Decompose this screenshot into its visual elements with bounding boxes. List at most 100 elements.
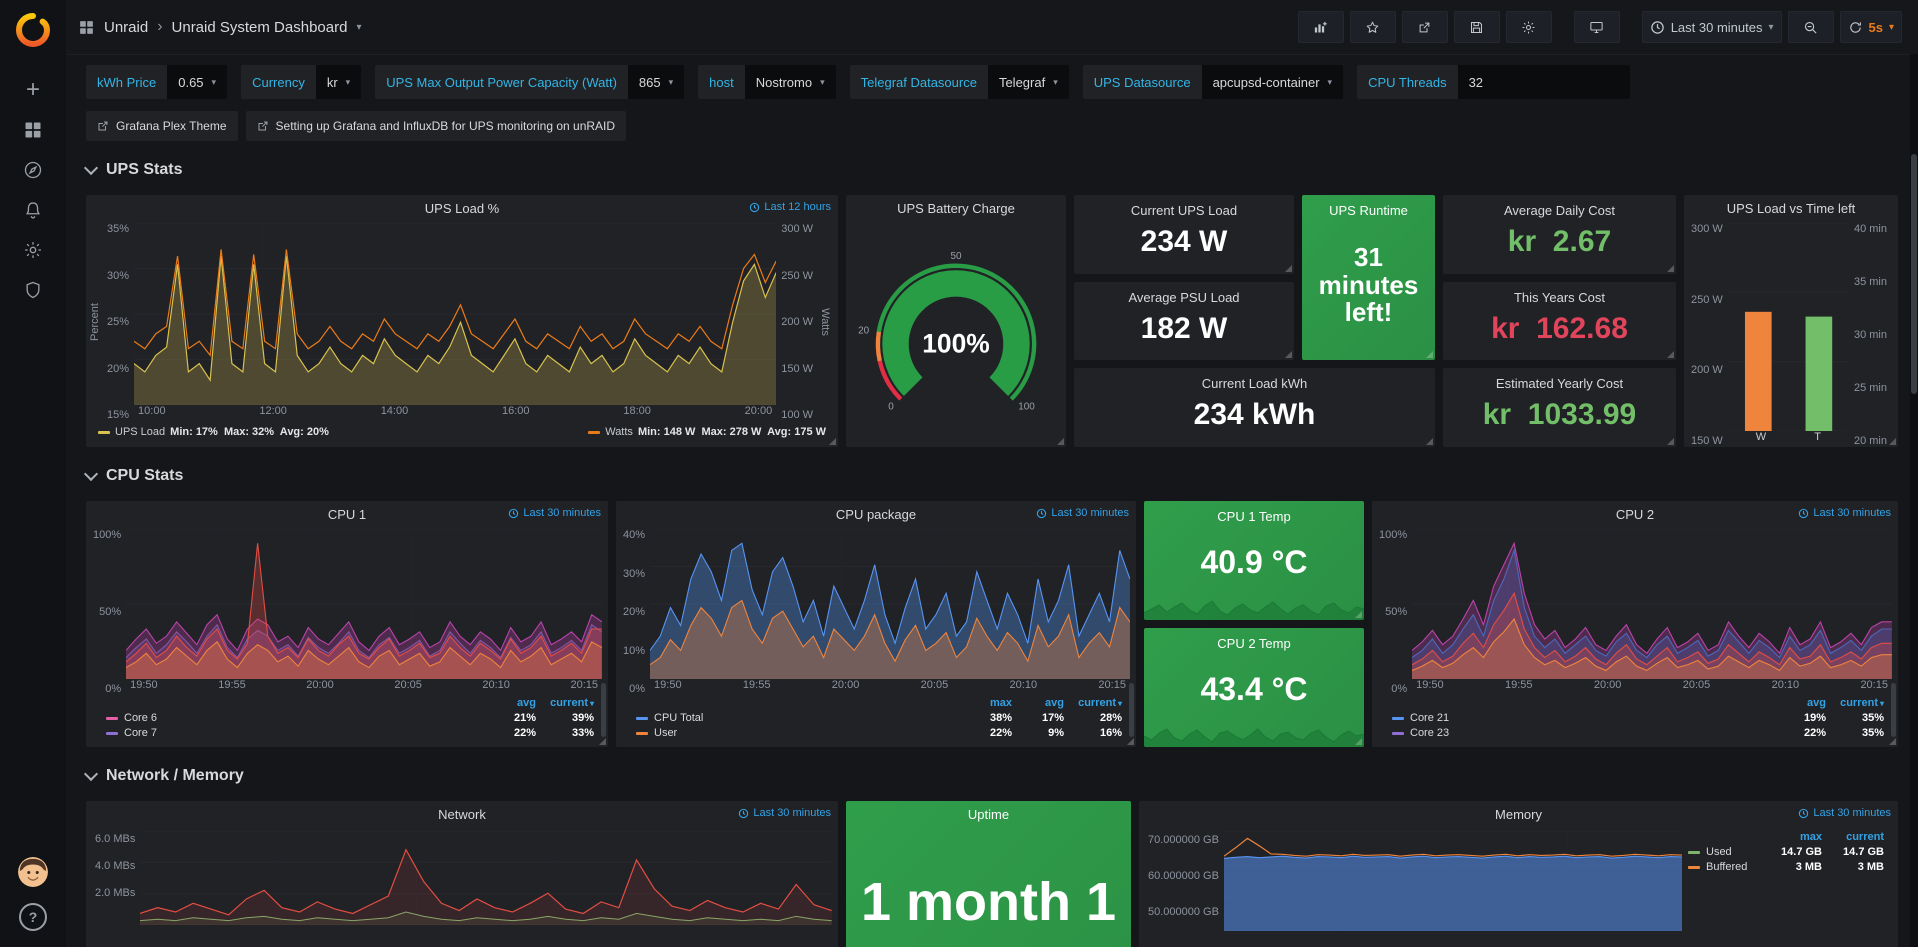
refresh-button[interactable]: 5s ▾ xyxy=(1840,11,1903,43)
panel-title[interactable]: UPS Load vs Time left xyxy=(1727,201,1856,216)
stat-title[interactable]: Current UPS Load xyxy=(1074,203,1294,218)
zoom-out-time-button[interactable] xyxy=(1788,11,1834,43)
variable-value-dropdown[interactable]: Nostromo▾ xyxy=(745,65,836,99)
legend-value: 33% xyxy=(536,727,594,739)
grafana-logo[interactable] xyxy=(13,10,53,50)
panel-title[interactable]: Uptime xyxy=(968,807,1009,822)
series-color-swatch xyxy=(98,431,110,434)
dashboard-settings-button[interactable] xyxy=(1506,11,1552,43)
legend-value: 16% xyxy=(1064,727,1122,739)
panel-title[interactable]: CPU 2 xyxy=(1616,507,1654,522)
share-dashboard-button[interactable] xyxy=(1402,11,1448,43)
legend-series-ups-load[interactable]: UPS Load Min: 17% Max: 32% Avg: 20% xyxy=(98,426,329,438)
network-chart[interactable] xyxy=(140,831,832,925)
cpu-threads-input[interactable] xyxy=(1458,65,1630,99)
stat-value: kr 162.68 xyxy=(1443,305,1676,361)
time-override-badge: Last 30 minutes xyxy=(1036,507,1129,519)
legend-header-current[interactable]: current▾ xyxy=(536,697,594,709)
panel-ups-load: UPS Load % Last 12 hours Percent 35%30%2… xyxy=(86,195,838,447)
panel-uptime: Uptime 1 month 1 xyxy=(846,801,1131,947)
sidebar-dashboards-button[interactable] xyxy=(12,110,54,150)
legend-series-cpu-total[interactable]: CPU Total xyxy=(636,712,960,724)
legend-header-max[interactable]: max xyxy=(1760,831,1822,843)
legend-scrollbar[interactable] xyxy=(1891,683,1896,737)
variable-value-dropdown[interactable]: 0.65▾ xyxy=(167,65,227,99)
cpu2-chart[interactable] xyxy=(1412,529,1892,679)
caret-down-icon: ▾ xyxy=(1053,77,1058,88)
legend-value: 22% xyxy=(1774,727,1826,739)
section-cpu-stats[interactable]: CPU Stats xyxy=(86,459,1898,493)
panel-title[interactable]: UPS Battery Charge xyxy=(897,201,1015,216)
legend-series-core21[interactable]: Core 21 xyxy=(1392,712,1774,724)
legend-header-avg[interactable]: avg xyxy=(1012,697,1064,709)
legend-series-core7[interactable]: Core 7 xyxy=(106,727,484,739)
sidebar-server-admin-button[interactable] xyxy=(12,270,54,310)
sidebar-menu: + xyxy=(12,70,54,310)
legend-header-max[interactable]: max xyxy=(960,697,1012,709)
stat-title[interactable]: Average Daily Cost xyxy=(1443,203,1676,218)
variable-value-dropdown[interactable]: apcupsd-container▾ xyxy=(1202,65,1344,99)
stat-value: 234 W xyxy=(1074,218,1294,274)
panel-title[interactable]: Network xyxy=(438,807,486,822)
legend-header-current[interactable]: current xyxy=(1822,831,1884,843)
link-grafana-plex-theme[interactable]: Grafana Plex Theme xyxy=(86,111,238,141)
save-dashboard-button[interactable] xyxy=(1454,11,1500,43)
stat-title[interactable]: Average PSU Load xyxy=(1074,290,1294,305)
legend-series-user[interactable]: User xyxy=(636,727,960,739)
legend-header-current[interactable]: current▾ xyxy=(1064,697,1122,709)
legend-series-core6[interactable]: Core 6 xyxy=(106,712,484,724)
stat-title[interactable]: Estimated Yearly Cost xyxy=(1443,376,1676,391)
sidebar-configuration-button[interactable] xyxy=(12,230,54,270)
stat-title[interactable]: UPS Runtime xyxy=(1302,203,1435,218)
variable-value-dropdown[interactable]: kr▾ xyxy=(316,65,361,99)
legend-series-core23[interactable]: Core 23 xyxy=(1392,727,1774,739)
legend-header-current[interactable]: current▾ xyxy=(1826,697,1884,709)
memory-chart[interactable] xyxy=(1224,831,1682,931)
ups-vs-time-bar-chart[interactable] xyxy=(1728,223,1849,431)
legend-series-buffered[interactable]: Buffered xyxy=(1688,861,1760,873)
legend-scrollbar[interactable] xyxy=(1129,683,1134,737)
link-ups-monitoring-guide[interactable]: Setting up Grafana and InfluxDB for UPS … xyxy=(246,111,627,141)
legend-scrollbar[interactable] xyxy=(601,683,606,737)
collapse-chevron-icon xyxy=(84,467,98,481)
section-network-memory[interactable]: Network / Memory xyxy=(86,759,1898,793)
help-button[interactable]: ? xyxy=(19,903,47,931)
panel-title[interactable]: CPU 1 xyxy=(328,507,366,522)
stat-title[interactable]: CPU 1 Temp xyxy=(1144,509,1364,524)
legend-series-watts[interactable]: Watts Min: 148 W Max: 278 W Avg: 175 W xyxy=(588,426,826,438)
legend-header-avg[interactable]: avg xyxy=(1774,697,1826,709)
sidebar-create-button[interactable]: + xyxy=(12,70,54,110)
breadcrumb-folder[interactable]: Unraid xyxy=(104,19,148,36)
ups-load-chart[interactable] xyxy=(134,223,776,405)
scrollbar-thumb[interactable] xyxy=(1911,154,1917,394)
breadcrumb-separator: › xyxy=(157,18,162,36)
sidebar-explore-button[interactable] xyxy=(12,150,54,190)
series-color-swatch xyxy=(1688,866,1700,869)
star-dashboard-button[interactable] xyxy=(1350,11,1396,43)
cpu1-chart[interactable] xyxy=(126,529,602,679)
legend-value: 3 MB xyxy=(1760,861,1822,873)
cpu-package-chart[interactable] xyxy=(650,529,1130,679)
legend-header-avg[interactable]: avg xyxy=(484,697,536,709)
panel-title[interactable]: CPU package xyxy=(836,507,916,522)
stat-title[interactable]: Current Load kWh xyxy=(1074,376,1435,391)
legend-value: 19% xyxy=(1774,712,1826,724)
add-panel-button[interactable] xyxy=(1298,11,1344,43)
stat-title[interactable]: CPU 2 Temp xyxy=(1144,636,1364,651)
network-memory-row: Network Last 30 minutes 6.0 MBs4.0 MBs2.… xyxy=(86,801,1898,947)
section-ups-stats[interactable]: UPS Stats xyxy=(86,153,1898,187)
panel-title[interactable]: UPS Load % xyxy=(425,201,499,216)
time-range-picker[interactable]: Last 30 minutes ▾ xyxy=(1642,11,1782,43)
stat-title[interactable]: This Years Cost xyxy=(1443,290,1676,305)
breadcrumb-dashboard-title[interactable]: Unraid System Dashboard xyxy=(172,19,348,36)
cycle-view-mode-button[interactable] xyxy=(1574,11,1620,43)
sidebar-alerting-button[interactable] xyxy=(12,190,54,230)
dashboard-dropdown-caret-icon[interactable]: ▾ xyxy=(356,22,361,33)
page-scrollbar[interactable] xyxy=(1910,54,1918,947)
legend-series-used[interactable]: Used xyxy=(1688,846,1760,858)
variable-value-dropdown[interactable]: 865▾ xyxy=(628,65,684,99)
variable-value-dropdown[interactable]: Telegraf▾ xyxy=(988,65,1069,99)
panel-title[interactable]: Memory xyxy=(1495,807,1542,822)
user-avatar[interactable] xyxy=(18,857,48,887)
svg-text:50: 50 xyxy=(950,251,962,262)
